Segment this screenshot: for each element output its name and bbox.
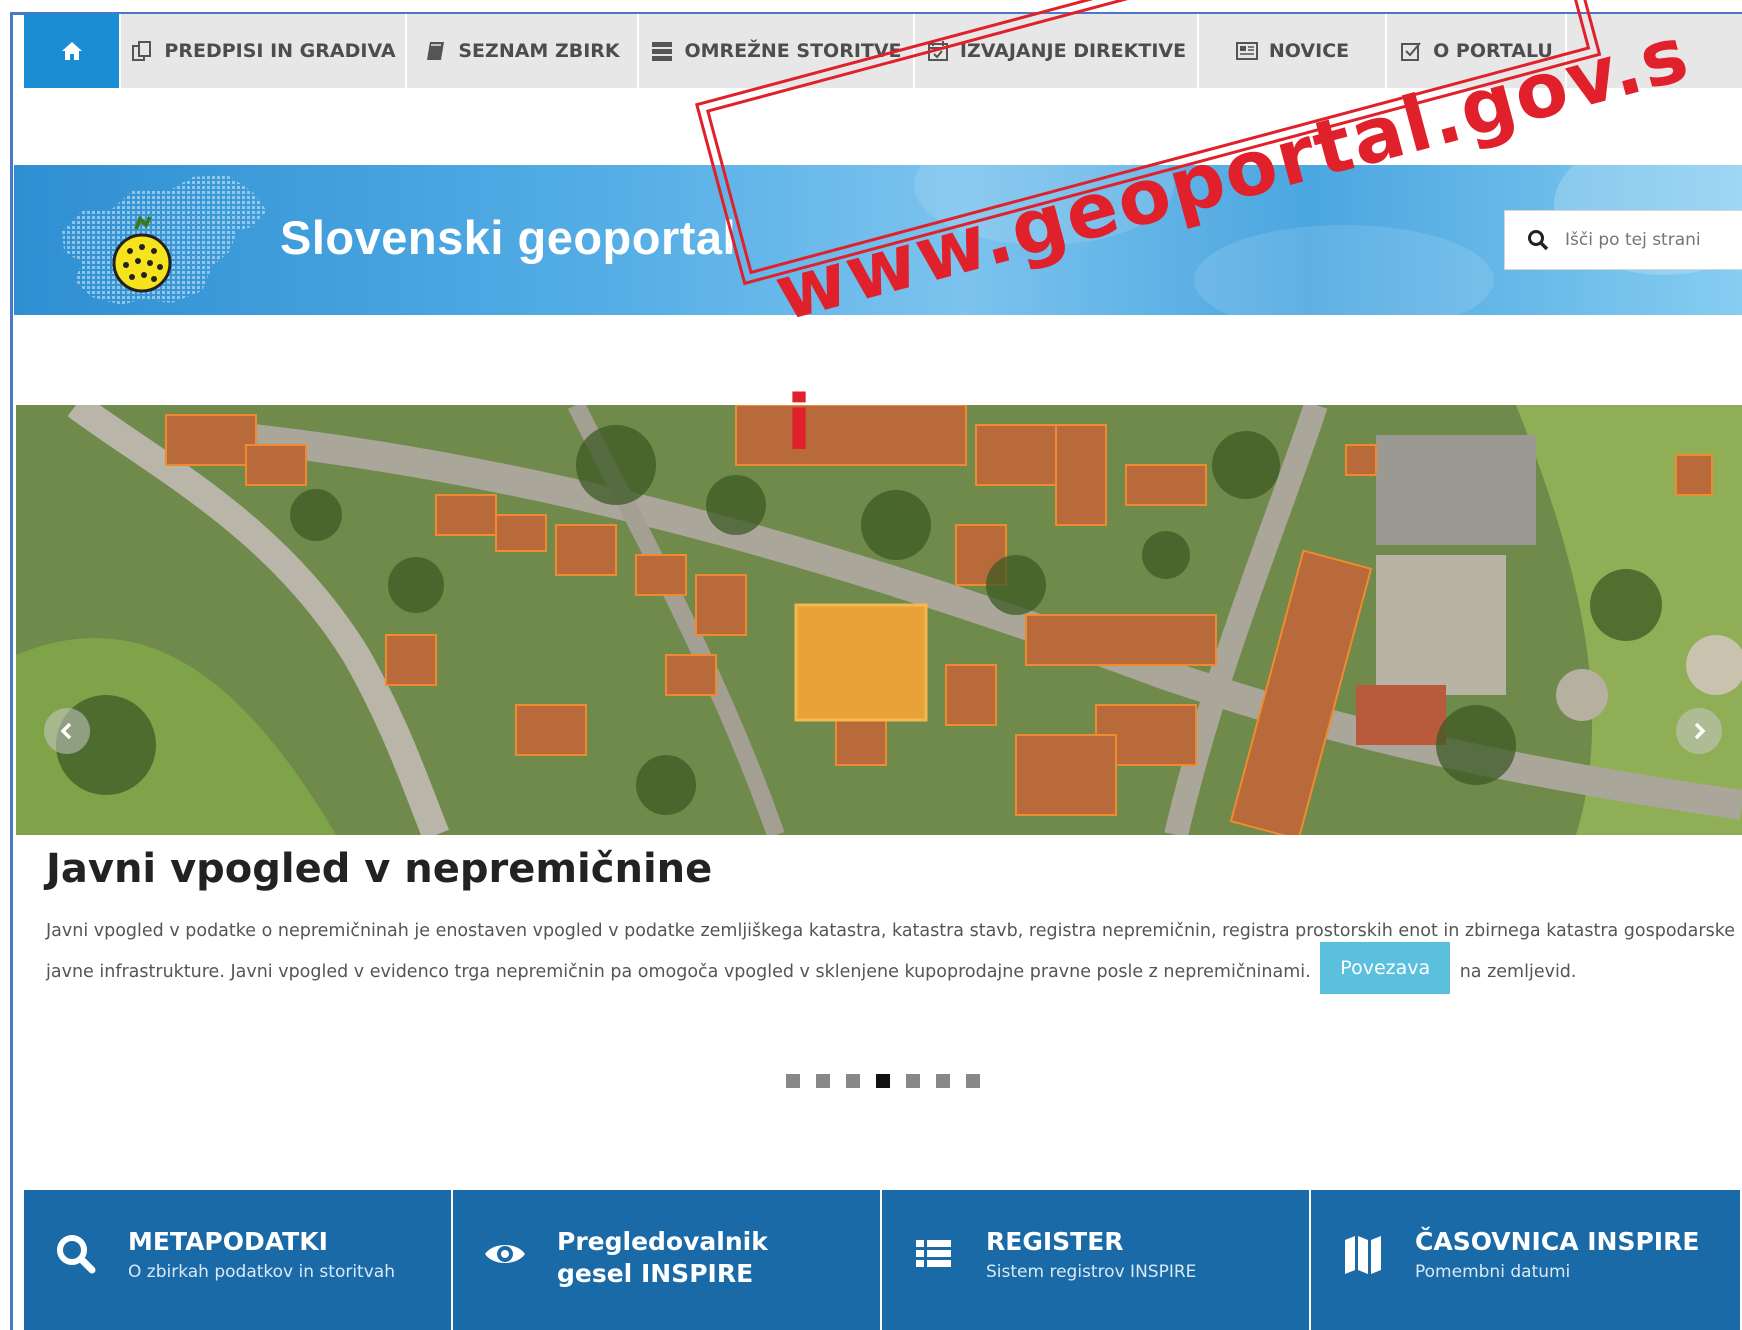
slider-prev-button[interactable] [44,708,90,754]
slide-heading: Javni vpogled v nepremičnine [46,846,713,892]
tile-title: METAPODATKI [128,1227,328,1256]
slider-next-button[interactable] [1676,708,1722,754]
geoportal-logo [112,215,172,293]
slider-dot[interactable] [816,1074,830,1088]
checkbox-icon [1401,42,1421,61]
chevron-left-icon [60,722,72,740]
slider-dot[interactable] [846,1074,860,1088]
nav-label: OMREŽNE STORITVE [684,40,902,62]
nav-label: SEZNAM ZBIRK [458,40,620,62]
site-title: Slovenski geoportal [280,211,737,264]
slide-description: Javni vpogled v podatke o nepremičninah … [46,912,1736,994]
eye-icon [485,1245,525,1263]
slide-text-part2: na zemljevid. [1459,962,1577,982]
documents-icon [132,41,152,61]
search-icon [57,1235,96,1274]
tile-title: REGISTER [986,1227,1124,1256]
calendar-check-icon [927,41,948,61]
chevron-right-icon [1694,722,1706,740]
slider-dot-active[interactable] [876,1074,890,1088]
povezava-button[interactable]: Povezava [1320,942,1451,994]
nav-predpisi[interactable]: PREDPISI IN GRADIVA [121,14,407,88]
tile-casovnica-inspire[interactable]: ČASOVNICA INSPIRE Pomembni datumi [1311,1190,1740,1330]
aerial-map-image [16,405,1742,835]
nav-izvajanje-direktive[interactable]: IZVAJANJE DIREKTIVE [915,14,1199,88]
nav-label: IZVAJANJE DIREKTIVE [959,40,1187,62]
watermark-stamp-tail: i [786,378,813,467]
nav-novice[interactable]: NOVICE [1199,14,1387,88]
search-input[interactable] [1565,230,1725,250]
tile-metapodatki[interactable]: METAPODATKI O zbirkah podatkov in storit… [24,1190,453,1330]
slider-image[interactable] [16,405,1742,835]
server-icon [652,42,673,61]
nav-omrezne-storitve[interactable]: OMREŽNE STORITVE [639,14,915,88]
slider-dot[interactable] [786,1074,800,1088]
tile-subtitle: Sistem registrov INSPIRE [986,1262,1197,1282]
slider-dot[interactable] [906,1074,920,1088]
search-icon [1528,230,1549,251]
tile-subtitle: Pomembni datumi [1415,1262,1571,1282]
newspaper-icon [1235,42,1258,60]
tile-pregledovalnik-gesel[interactable]: Pregledovalnik gesel INSPIRE [453,1190,882,1330]
map-icon [1345,1236,1381,1274]
slider-dots [786,1074,980,1088]
tile-subtitle: O zbirkah podatkov in storitvah [128,1262,395,1282]
nav-label: NOVICE [1268,40,1350,62]
nav-label: PREDPISI IN GRADIVA [164,40,396,62]
tile-register[interactable]: REGISTER Sistem registrov INSPIRE [882,1190,1311,1330]
book-icon [427,42,445,60]
tile-title: Pregledovalnik gesel INSPIRE [557,1227,768,1288]
list-icon [916,1240,951,1267]
quick-links: METAPODATKI O zbirkah podatkov in storit… [24,1190,1742,1330]
tile-title: ČASOVNICA INSPIRE [1415,1227,1700,1256]
slider-dot[interactable] [966,1074,980,1088]
banner-decoration [1194,225,1494,315]
nav-home[interactable] [24,14,121,88]
search-box[interactable] [1504,210,1742,270]
slider-dot[interactable] [936,1074,950,1088]
home-icon [61,42,82,60]
nav-seznam-zbirk[interactable]: SEZNAM ZBIRK [407,14,639,88]
